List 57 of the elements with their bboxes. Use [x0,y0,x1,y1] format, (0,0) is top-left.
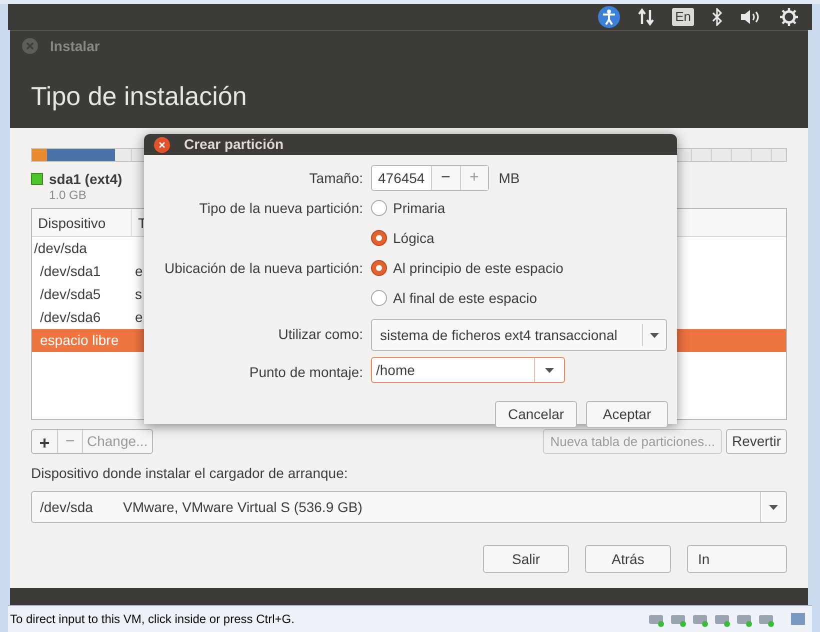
nav-button[interactable]: Atrás [585,545,671,573]
dropdown-arrow-icon [769,504,778,510]
table-cell: /dev/sda1 [40,263,101,279]
accessibility-icon[interactable] [598,6,620,28]
size-label: Tamaño: [309,168,363,188]
bootloader-label: Dispositivo donde instalar el cargador de arranque: [31,464,349,483]
table-cell: e [135,309,143,325]
location-label: Ubicación de la nueva partición: [164,258,363,278]
unit-label: MB [498,168,520,188]
legend-label: sda1 (ext4) [49,170,122,188]
dialog-button[interactable]: Cancelar [495,401,577,428]
decrement-button[interactable]: − [430,166,460,190]
volume-icon[interactable] [740,9,762,25]
revert-button[interactable]: Revertir [726,429,787,454]
dropdown-arrow-icon [650,332,659,338]
table-cell: /dev/sda5 [40,286,101,302]
table-cell: e [135,263,143,279]
dialog-button[interactable]: Aceptar [586,401,668,428]
network-arrows-icon[interactable] [638,8,654,26]
table-cell: espacio libre [40,332,119,348]
mount-point-label: Punto de montaje: [249,362,363,382]
mount-point-value: /home [376,360,416,380]
add-button[interactable]: + [32,430,58,453]
type-label: Tipo de la nueva partición: [199,198,363,218]
legend-size: 1.0 GB [49,188,88,202]
radio-button[interactable] [371,260,387,276]
page-heading: Tipo de instalación [31,81,247,111]
window-title: Instalar [50,36,100,56]
device-path: /dev/sda [40,498,94,516]
device-description: VMware, VMware Virtual S (536.9 GB) [123,498,364,517]
nav-button[interactable]: In [687,545,787,573]
size-value: 476454 [377,169,426,188]
use-as-dropdown[interactable]: sistema de ficheros ext4 transaccional [371,319,667,351]
keyboard-language-indicator[interactable]: En [672,8,694,26]
radio-label: Lógica [393,228,434,248]
radio-button[interactable] [371,230,387,246]
dialog-title: Crear partición [184,135,284,154]
nav-button[interactable]: Salir [483,545,569,573]
radio-label: Primaria [393,198,446,218]
column-header[interactable]: Dispositivo [32,209,132,236]
radio-button[interactable] [371,200,387,216]
bluetooth-icon[interactable] [712,8,722,26]
radio-button[interactable] [371,290,387,306]
dropdown-arrow-icon [545,368,554,372]
table-cell: s [135,286,142,302]
dropdown-value: sistema de ficheros ext4 transaccional [380,326,618,344]
radio-label: Al principio de este espacio [393,258,564,278]
table-cell: /dev/sda6 [40,309,101,325]
size-spinner[interactable]: 476454 − + [371,165,489,191]
message-log-icon[interactable] [790,611,806,627]
status-text: To direct input to this VM, click inside or press Ctrl+G. [10,611,294,628]
close-icon[interactable] [154,136,170,152]
radio-label: Al final de este espacio [393,288,537,308]
bootloader-dropdown[interactable]: /dev/sda VMware, VMware Virtual S (536.9 GB) [31,491,787,523]
mount-point-combo[interactable]: /home [371,357,565,383]
use-as-label: Utilizar como: [278,324,363,344]
gear-icon[interactable] [780,8,798,26]
